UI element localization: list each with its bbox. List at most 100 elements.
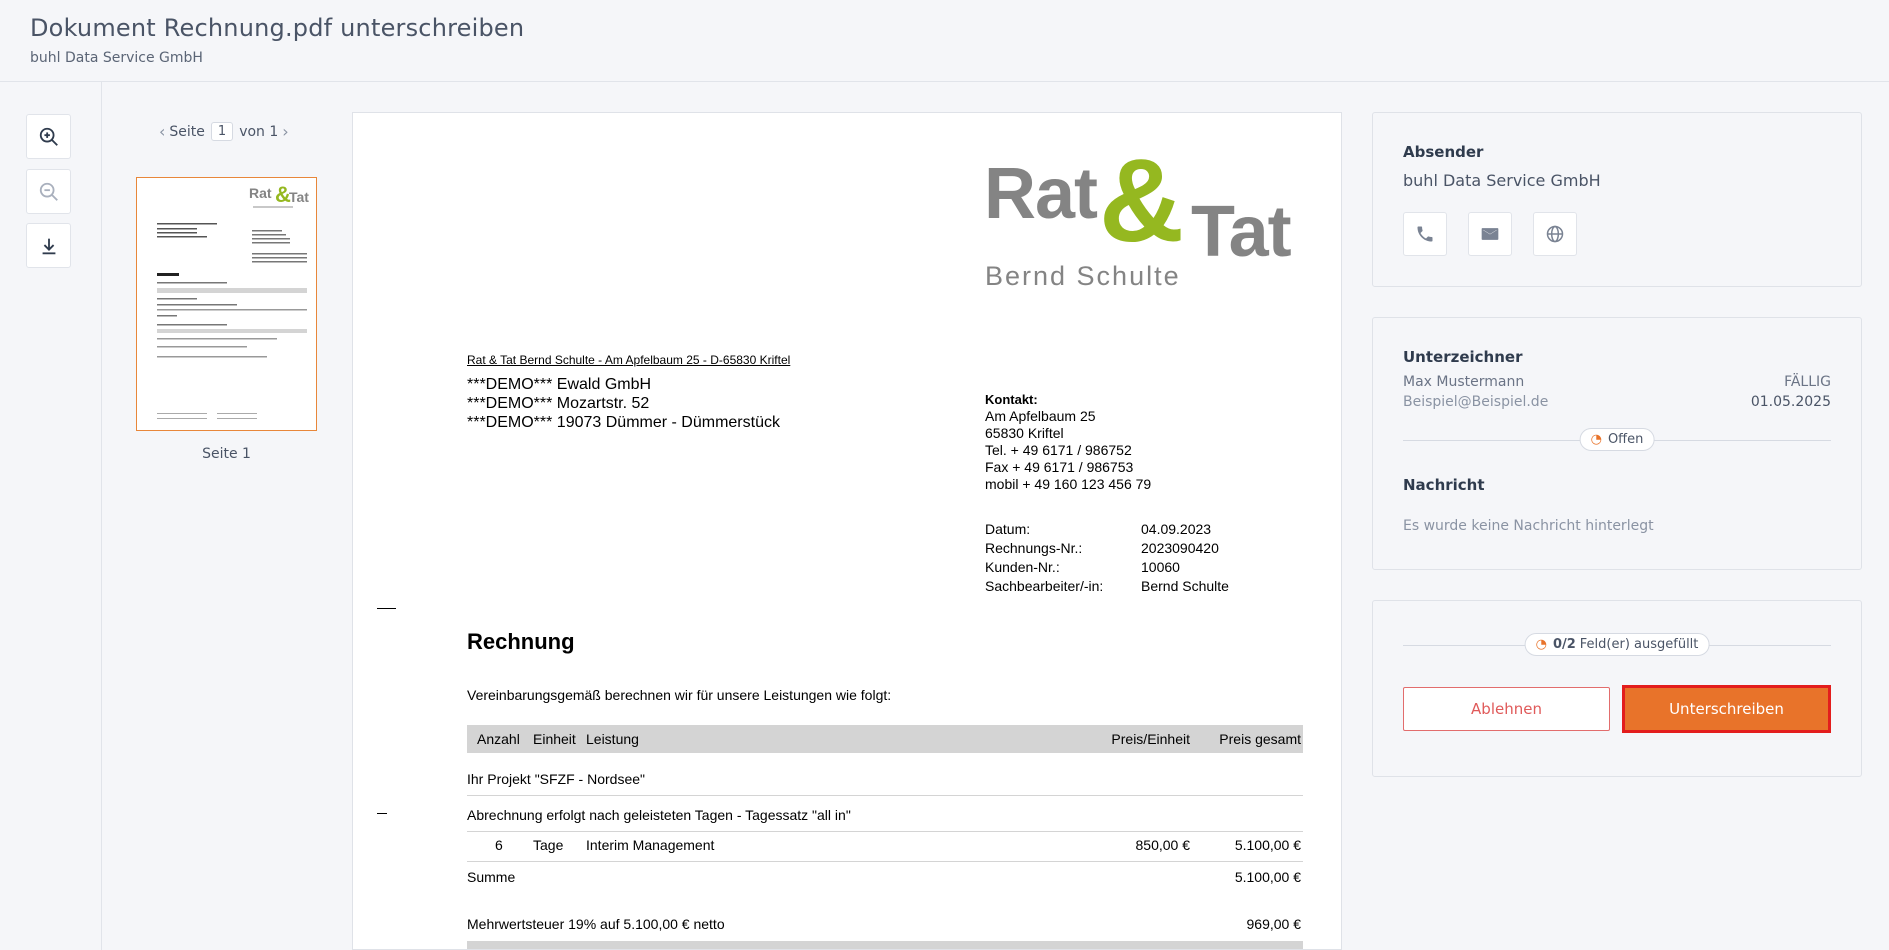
fold-mark <box>377 813 387 814</box>
prev-page-icon[interactable]: ‹ <box>155 122 169 141</box>
col-anzahl: Anzahl <box>477 731 520 747</box>
message-heading: Nachricht <box>1403 476 1485 494</box>
progress-count: 0/2 <box>1552 637 1576 652</box>
meta-row: Datum: 04.09.2023 <box>985 520 1229 539</box>
meta-key: Datum: <box>985 521 1031 537</box>
item-anzahl: 6 <box>495 837 503 853</box>
billing-line: Abrechnung erfolgt nach geleisteten Tage… <box>467 807 851 823</box>
thumbnail-preview-icon: Rat & Tat <box>157 182 309 419</box>
logo-tat-text: Tat <box>1191 192 1292 272</box>
zoom-out-icon <box>39 182 58 201</box>
page-thumbnail[interactable]: Rat & Tat <box>136 177 317 431</box>
svg-text:Tat: Tat <box>289 189 309 205</box>
table-header: Anzahl Einheit Leistung Preis/Einheit Pr… <box>467 725 1303 753</box>
contact-line: mobil + 49 160 123 456 79 <box>985 476 1152 492</box>
document-page: Rat & Tat Bernd Schulte Rat & Tat Bernd … <box>352 112 1342 950</box>
next-page-icon[interactable]: › <box>278 122 292 141</box>
status-badge: ◔ Offen <box>1579 428 1655 451</box>
meta-row: Rechnungs-Nr.: 2023090420 <box>985 539 1229 558</box>
progress-divider: ◔ 0/2 Feld(er) ausgefüllt <box>1403 633 1831 657</box>
download-button[interactable] <box>26 223 71 268</box>
download-icon <box>42 238 55 254</box>
zoom-in-button[interactable] <box>26 114 71 159</box>
zoom-in-icon <box>39 127 58 146</box>
meta-key: Sachbearbeiter/-in: <box>985 578 1104 594</box>
document-intro: Vereinbarungsgemäß berechnen wir für uns… <box>467 687 892 703</box>
message-text: Es wurde keine Nachricht hinterlegt <box>1403 518 1654 534</box>
sender-card: Absender buhl Data Service GmbH <box>1372 112 1862 287</box>
sign-button[interactable]: Unterschreiben <box>1622 685 1831 733</box>
progress-text: Feld(er) ausgefüllt <box>1579 637 1699 652</box>
item-preis-gesamt: 5.100,00 € <box>1234 837 1301 853</box>
contact-line: 65830 Kriftel <box>985 425 1064 441</box>
mwst-value: 969,00 € <box>1246 916 1302 932</box>
page-navigator: ‹ Seite 1 von 1 › <box>155 122 293 141</box>
recipient-address: ***DEMO*** Ewald GmbH ***DEMO*** Mozarts… <box>467 375 780 432</box>
contact-block: Kontakt: Am Apfelbaum 25 65830 Kriftel T… <box>985 391 1151 493</box>
status-divider: ◔ Offen <box>1403 428 1831 452</box>
contact-line: Am Apfelbaum 25 <box>985 408 1096 424</box>
action-card: ◔ 0/2 Feld(er) ausgefüllt Ablehnen Unter… <box>1372 600 1862 777</box>
thumbnail-label: Seite 1 <box>202 446 251 462</box>
signer-row: Beispiel@Beispiel.de 01.05.2025 <box>1403 394 1831 410</box>
recipient-line: ***DEMO*** 19073 Dümmer - Dümmerstück <box>467 414 780 431</box>
logo-rat-text: Rat <box>984 154 1098 234</box>
mail-icon <box>1481 228 1499 240</box>
page-number-input[interactable]: 1 <box>210 122 234 141</box>
logo-ampersand: & <box>1099 135 1185 267</box>
item-einheit: Tage <box>533 837 564 853</box>
item-preis-einheit: 850,00 € <box>1135 837 1191 853</box>
table-row: 6 Tage Interim Management 850,00 € 5.100… <box>467 831 1303 855</box>
recipient-line: ***DEMO*** Mozartstr. 52 <box>467 395 650 412</box>
recipient-line: ***DEMO*** Ewald GmbH <box>467 376 652 393</box>
globe-icon <box>1546 225 1564 243</box>
summe-value: 5.100,00 € <box>1234 869 1301 885</box>
logo-subtitle: Bernd Schulte <box>985 261 1181 291</box>
meta-key: Kunden-Nr.: <box>985 559 1060 575</box>
contact-line: Fax + 49 6171 / 986753 <box>985 459 1134 475</box>
meta-value: 2023090420 <box>1141 540 1219 556</box>
pending-icon: ◔ <box>1535 637 1547 652</box>
item-leistung: Interim Management <box>586 837 715 853</box>
mwst-label: Mehrwertsteuer 19% auf 5.100,00 € netto <box>467 916 725 932</box>
summe-label: Summe <box>467 869 516 885</box>
meta-value: 10060 <box>1141 559 1180 575</box>
pending-icon: ◔ <box>1590 432 1602 447</box>
zoom-out-button[interactable] <box>26 169 71 214</box>
col-preis-einheit: Preis/Einheit <box>1111 731 1190 747</box>
meta-key: Rechnungs-Nr.: <box>985 540 1083 556</box>
sender-contact-actions <box>1403 212 1831 256</box>
meta-row: Kunden-Nr.: 10060 <box>985 558 1229 577</box>
email-button[interactable] <box>1468 212 1512 256</box>
signer-card: Unterzeichner Max Mustermann FÄLLIG Beis… <box>1372 317 1862 570</box>
page-subtitle: buhl Data Service GmbH <box>30 50 203 66</box>
signer-heading: Unterzeichner <box>1403 348 1523 366</box>
phone-button[interactable] <box>1403 212 1447 256</box>
progress-badge: ◔ 0/2 Feld(er) ausgefüllt <box>1524 633 1710 656</box>
meta-row: Sachbearbeiter/-in: Bernd Schulte <box>985 577 1229 596</box>
website-button[interactable] <box>1533 212 1577 256</box>
document-title: Rechnung <box>467 629 575 654</box>
total-bar <box>467 941 1303 949</box>
col-preis-gesamt: Preis gesamt <box>1219 731 1301 747</box>
svg-text:Rat: Rat <box>249 185 272 201</box>
col-leistung: Leistung <box>586 731 639 747</box>
viewer-toolbar <box>0 82 102 950</box>
signer-email: Beispiel@Beispiel.de <box>1403 394 1549 410</box>
sender-heading: Absender <box>1403 143 1484 161</box>
signer-name: Max Mustermann <box>1403 374 1525 390</box>
fold-mark <box>377 608 396 609</box>
sender-address-line: Rat & Tat Bernd Schulte - Am Apfelbaum 2… <box>467 353 791 367</box>
sender-name: buhl Data Service GmbH <box>1403 171 1601 190</box>
due-date: 01.05.2025 <box>1750 394 1831 410</box>
due-label: FÄLLIG <box>1784 374 1831 390</box>
phone-icon <box>1417 226 1433 242</box>
action-buttons: Ablehnen Unterschreiben <box>1403 685 1831 733</box>
meta-value: Bernd Schulte <box>1141 578 1229 594</box>
page-header: Dokument Rechnung.pdf unterschreiben buh… <box>0 0 1889 82</box>
reject-button[interactable]: Ablehnen <box>1403 687 1610 731</box>
table-divider <box>467 861 1303 862</box>
invoice-meta: Datum: 04.09.2023 Rechnungs-Nr.: 202309042… <box>985 520 1229 596</box>
col-einheit: Einheit <box>533 731 576 747</box>
status-text: Offen <box>1607 432 1644 447</box>
